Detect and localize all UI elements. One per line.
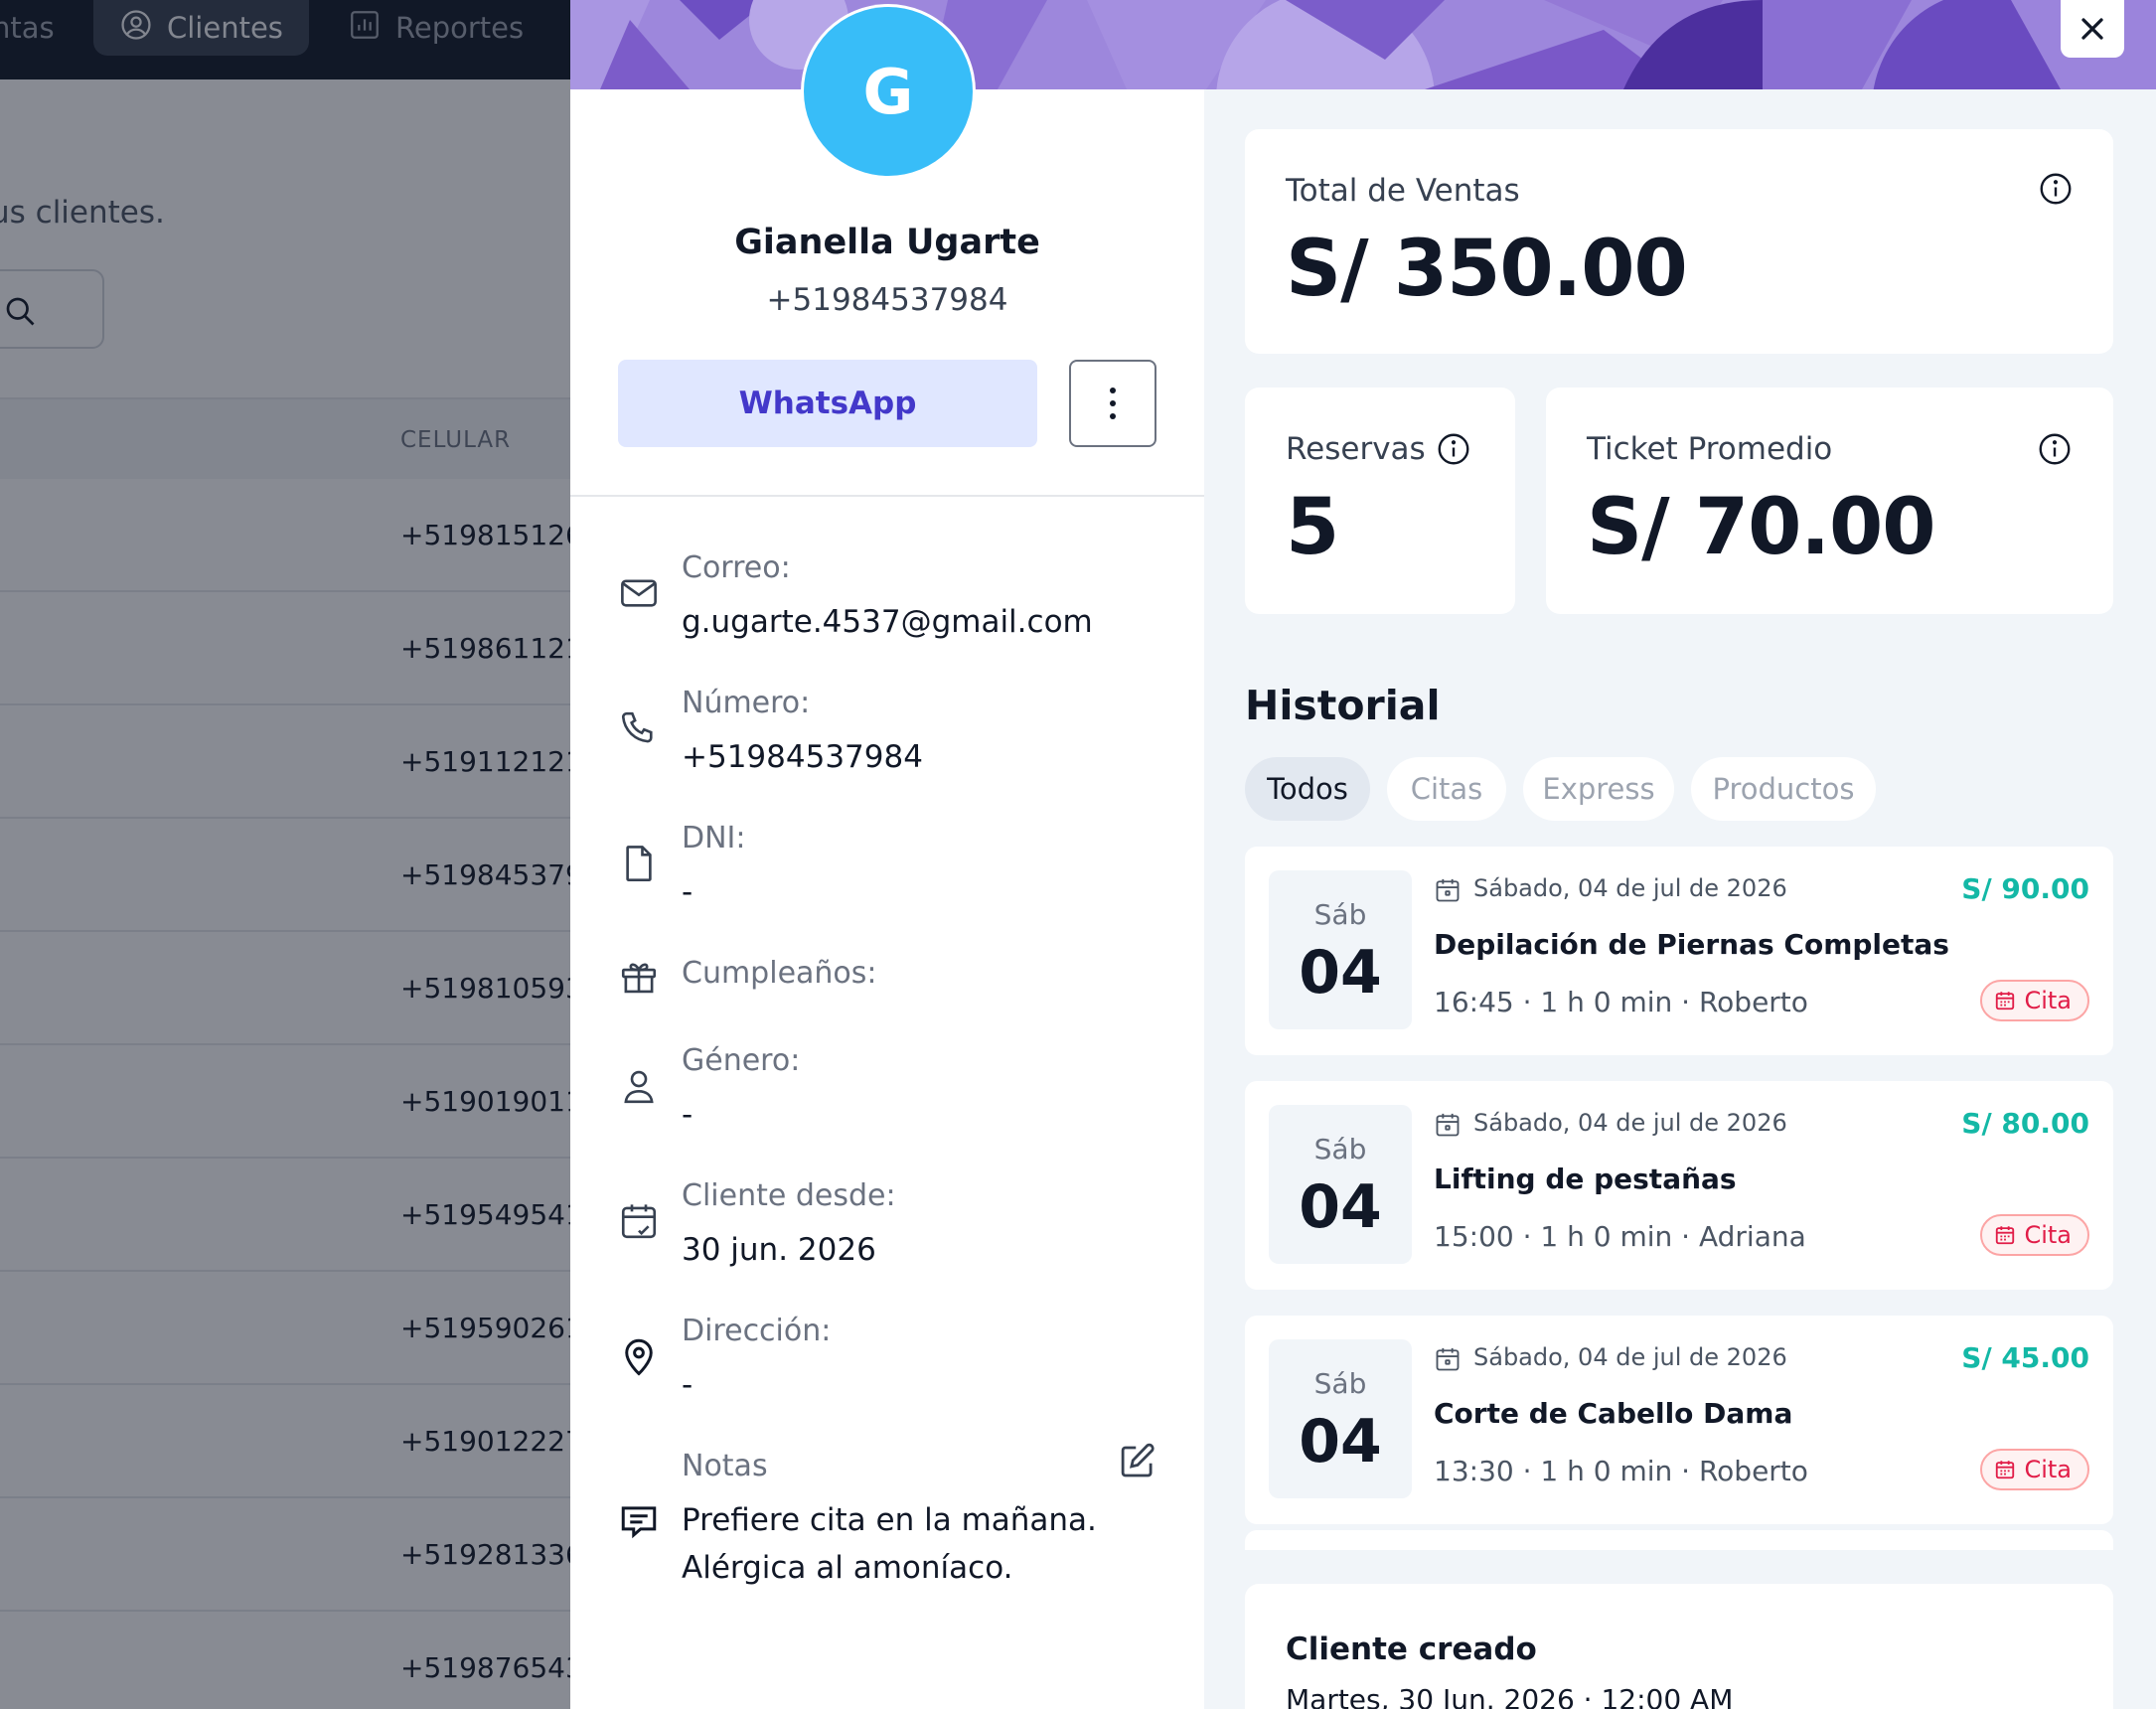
whatsapp-button[interactable]: WhatsApp — [618, 360, 1037, 447]
date-box: Sáb 04 — [1269, 870, 1412, 1029]
tab-productos[interactable]: Productos — [1691, 757, 1876, 821]
info-icon[interactable] — [2038, 171, 2074, 207]
item-date: Sábado, 04 de jul de 2026 — [1473, 874, 1787, 902]
card-value: S/ 70.00 — [1587, 483, 1936, 572]
created-title: Cliente creado — [1286, 1631, 1537, 1667]
calendar-icon — [1996, 1226, 2015, 1245]
history-item[interactable]: Sáb 04 Sábado, 04 de jul de 2026 Depilac… — [1245, 847, 2113, 1055]
item-price: S/ 90.00 — [1961, 872, 2089, 905]
info-icon[interactable] — [2037, 431, 2073, 467]
divider — [570, 495, 1204, 497]
notes-line: Prefiere cita en la mañana. — [682, 1502, 1097, 1538]
field-label: DNI: — [682, 821, 746, 855]
day-number: 04 — [1299, 938, 1382, 1008]
calendar-icon — [1436, 1347, 1460, 1371]
field-value: g.ugarte.4537@gmail.com — [682, 604, 1093, 640]
badge-label: Cita — [2024, 1221, 2072, 1249]
status-badge: Cita — [1980, 1449, 2089, 1490]
close-icon — [2081, 18, 2103, 40]
avatar: G — [801, 4, 976, 179]
field-value: - — [682, 1367, 693, 1403]
field-label: Número: — [682, 686, 811, 720]
client-detail-drawer: G Gianella Ugarte +51984537984 WhatsApp … — [570, 0, 2156, 1709]
total-sales-card: Total de Ventas S/ 350.00 — [1245, 129, 2113, 354]
date-box: Sáb 04 — [1269, 1105, 1412, 1264]
document-icon — [618, 843, 660, 884]
badge-label: Cita — [2024, 1456, 2072, 1483]
history-title: Historial — [1245, 682, 1441, 729]
item-service: Corte de Cabello Dama — [1434, 1397, 1793, 1430]
item-date: Sábado, 04 de jul de 2026 — [1473, 1109, 1787, 1137]
notes-line: Alérgica al amoníaco. — [682, 1550, 1013, 1586]
field-value: - — [682, 1097, 693, 1133]
weekday: Sáb — [1313, 898, 1367, 931]
history-item[interactable]: Sáb 04 Sábado, 04 de jul de 2026 Lifting… — [1245, 1081, 2113, 1290]
field-value: 30 jun. 2026 — [682, 1232, 876, 1268]
field-label: Correo: — [682, 550, 791, 585]
kebab-dot — [1110, 388, 1116, 393]
chat-icon — [618, 1500, 660, 1542]
item-date: Sábado, 04 de jul de 2026 — [1473, 1343, 1787, 1371]
created-date: Martes, 30 Jun. 2026 · 12:00 AM — [1286, 1683, 1734, 1709]
card-label: Reservas — [1286, 431, 1426, 467]
card-label: Total de Ventas — [1286, 173, 1520, 209]
card-value: S/ 350.00 — [1286, 225, 1688, 314]
average-ticket-card: Ticket Promedio S/ 70.00 — [1546, 388, 2113, 614]
item-meta: 15:00 · 1 h 0 min · Adriana — [1434, 1220, 1806, 1253]
date-box: Sáb 04 — [1269, 1339, 1412, 1498]
profile-panel: G Gianella Ugarte +51984537984 WhatsApp … — [570, 4, 1204, 1709]
day-number: 04 — [1299, 1407, 1382, 1476]
field-label: Dirección: — [682, 1314, 832, 1348]
card-label: Ticket Promedio — [1587, 431, 1833, 467]
client-created-card: Cliente creado Martes, 30 Jun. 2026 · 12… — [1245, 1584, 2113, 1709]
item-meta: 16:45 · 1 h 0 min · Roberto — [1434, 986, 1808, 1018]
gift-icon — [618, 956, 660, 998]
stats-history-panel: Total de Ventas S/ 350.00 Reservas 5 Tic… — [1204, 89, 2156, 1709]
item-meta: 13:30 · 1 h 0 min · Roberto — [1434, 1455, 1808, 1487]
item-price: S/ 80.00 — [1961, 1107, 2089, 1140]
phone-icon — [618, 707, 660, 749]
item-price: S/ 45.00 — [1961, 1341, 2089, 1374]
calendar-icon — [1436, 878, 1460, 902]
history-item[interactable]: Sáb 04 Sábado, 04 de jul de 2026 Corte d… — [1245, 1316, 2113, 1524]
tab-express[interactable]: Express — [1523, 757, 1674, 821]
weekday: Sáb — [1313, 1133, 1367, 1165]
status-badge: Cita — [1980, 980, 2089, 1021]
mail-icon — [618, 572, 660, 614]
calendar-icon — [1996, 1461, 2015, 1479]
field-value: - — [682, 874, 693, 910]
calendar-icon — [1436, 1113, 1460, 1137]
tab-todos[interactable]: Todos — [1245, 757, 1370, 821]
user-icon — [618, 1065, 660, 1107]
item-service: Lifting de pestañas — [1434, 1163, 1737, 1195]
badge-label: Cita — [2024, 987, 2072, 1014]
info-icon[interactable] — [1436, 431, 1471, 467]
card-value: 5 — [1286, 483, 1339, 572]
location-pin-icon — [618, 1335, 660, 1377]
client-phone: +51984537984 — [766, 282, 1008, 318]
field-label: Notas — [682, 1449, 768, 1483]
kebab-dot — [1110, 400, 1116, 406]
close-button[interactable] — [2061, 0, 2124, 58]
avatar-initial: G — [804, 7, 973, 176]
field-value: +51984537984 — [682, 739, 923, 775]
field-label: Cumpleaños: — [682, 956, 877, 991]
field-label: Cliente desde: — [682, 1178, 896, 1213]
calendar-check-icon — [618, 1200, 660, 1242]
tab-citas[interactable]: Citas — [1387, 757, 1506, 821]
item-service: Depilación de Piernas Completas — [1434, 928, 1949, 961]
history-item-partial — [1245, 1530, 2113, 1550]
client-name: Gianella Ugarte — [734, 223, 1040, 262]
status-badge: Cita — [1980, 1214, 2089, 1256]
more-options-button[interactable] — [1069, 360, 1156, 447]
day-number: 04 — [1299, 1172, 1382, 1242]
edit-icon[interactable] — [1117, 1441, 1158, 1482]
field-label: Género: — [682, 1043, 801, 1078]
bookings-card: Reservas 5 — [1245, 388, 1515, 614]
calendar-icon — [1996, 992, 2015, 1010]
kebab-dot — [1110, 413, 1116, 419]
weekday: Sáb — [1313, 1367, 1367, 1400]
